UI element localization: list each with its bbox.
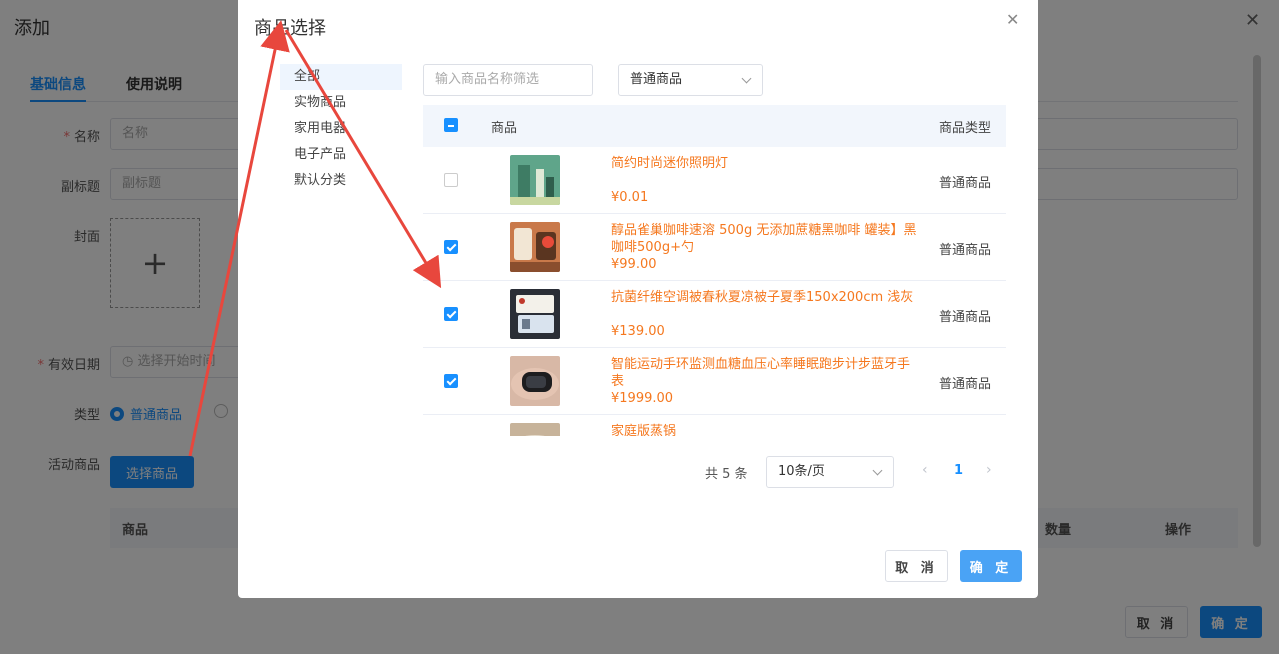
goods-table: 商品 商品类型 简约时尚迷你照明灯 ¥0.01 普通商品 醇品雀巢咖啡速溶 50…: [423, 105, 1006, 436]
goods-name: 抗菌纤维空调被春秋夏凉被子夏季150x200cm 浅灰: [611, 290, 914, 305]
row-checkbox[interactable]: [444, 173, 458, 187]
goods-price: ¥1999.00: [611, 391, 674, 406]
prev-page-icon[interactable]: ‹: [922, 462, 928, 478]
dialog-cancel-button[interactable]: 取 消: [885, 550, 948, 582]
goods-name: 智能运动手环监测血糖血压心率睡眠跑步计步蓝牙手表: [611, 357, 911, 389]
goods-image: [510, 356, 560, 406]
pagination: 共 5 条 10条/页 ‹ 1 ›: [705, 456, 1025, 488]
goods-name: 醇品雀巢咖啡速溶 500g 无添加蔗糖黑咖啡 罐装】黑咖啡500g+勺: [611, 223, 917, 255]
dialog-title: 商品选择: [254, 18, 326, 39]
category-item-default[interactable]: 默认分类: [280, 168, 402, 194]
goods-type-select[interactable]: 普通商品: [618, 64, 763, 96]
table-row[interactable]: 简约时尚迷你照明灯 ¥0.01 普通商品: [423, 147, 1006, 214]
row-checkbox[interactable]: [444, 307, 458, 321]
dialog-close-icon[interactable]: ✕: [1006, 10, 1019, 29]
table-row[interactable]: 抗菌纤维空调被春秋夏凉被子夏季150x200cm 浅灰 ¥139.00 普通商品: [423, 281, 1006, 348]
goods-type-select-value: 普通商品: [630, 72, 683, 87]
goods-image: [510, 155, 560, 205]
goods-image: [510, 289, 560, 339]
table-row[interactable]: 智能运动手环监测血糖血压心率睡眠跑步计步蓝牙手表 ¥1999.00 普通商品: [423, 348, 1006, 415]
table-row[interactable]: 家庭版蒸锅: [423, 415, 1006, 436]
goods-type: 普通商品: [939, 377, 992, 392]
row-checkbox[interactable]: [444, 240, 458, 254]
category-item-electronics[interactable]: 电子产品: [280, 142, 402, 168]
page-size-select[interactable]: 10条/页: [766, 456, 894, 488]
goods-name: 简约时尚迷你照明灯: [611, 156, 729, 171]
chevron-down-icon: [872, 465, 883, 476]
goods-table-header: 商品 商品类型: [423, 105, 1006, 147]
page-size-value: 10条/页: [778, 464, 825, 479]
page-number[interactable]: 1: [954, 463, 963, 478]
goods-price: ¥99.00: [611, 257, 657, 272]
dialog-confirm-button[interactable]: 确 定: [960, 550, 1022, 582]
select-all-checkbox[interactable]: [444, 118, 458, 132]
category-item-physical[interactable]: 实物商品: [280, 90, 402, 116]
col-goods: 商品: [491, 121, 518, 136]
goods-select-dialog: 商品选择 ✕ 全部 实物商品 家用电器 电子产品 默认分类 输入商品名称筛选 普…: [238, 0, 1038, 598]
goods-image: [510, 222, 560, 272]
goods-price: ¥0.01: [611, 190, 649, 205]
category-item-appliances[interactable]: 家用电器: [280, 116, 402, 142]
category-list: 全部 实物商品 家用电器 电子产品 默认分类: [280, 64, 402, 194]
next-page-icon[interactable]: ›: [986, 462, 992, 478]
goods-search-input[interactable]: 输入商品名称筛选: [423, 64, 593, 96]
goods-price: ¥139.00: [611, 324, 665, 339]
goods-image: [510, 423, 560, 436]
goods-type: 普通商品: [939, 243, 992, 258]
col-goods-type: 商品类型: [939, 121, 992, 136]
category-item-all[interactable]: 全部: [280, 64, 402, 90]
row-checkbox[interactable]: [444, 374, 458, 388]
chevron-down-icon: [741, 73, 752, 84]
goods-name: 家庭版蒸锅: [611, 424, 677, 436]
goods-type: 普通商品: [939, 176, 992, 191]
table-row[interactable]: 醇品雀巢咖啡速溶 500g 无添加蔗糖黑咖啡 罐装】黑咖啡500g+勺 ¥99.…: [423, 214, 1006, 281]
pagination-total: 共 5 条: [705, 467, 748, 482]
goods-type: 普通商品: [939, 310, 992, 325]
